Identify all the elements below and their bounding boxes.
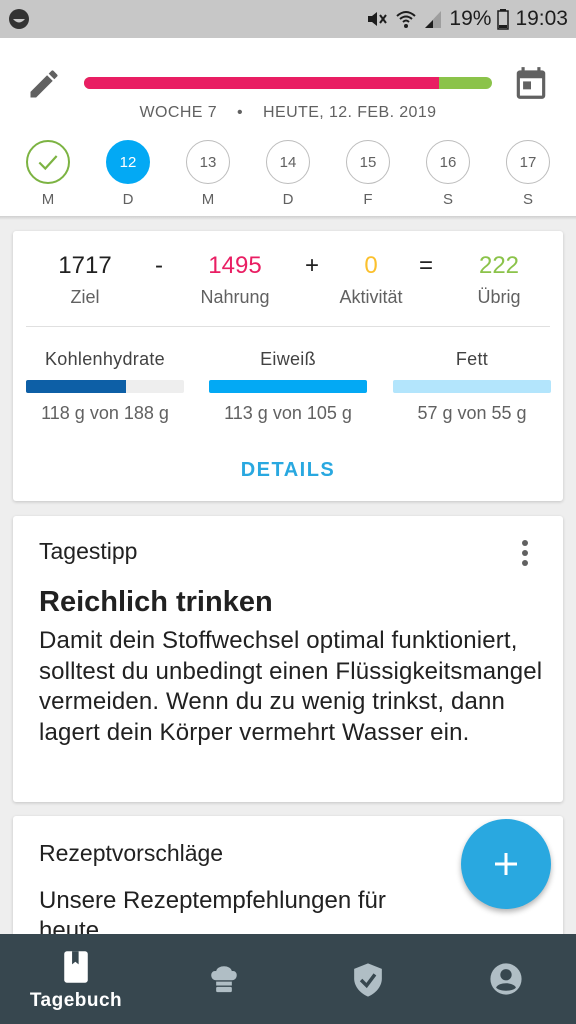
battery-icon xyxy=(497,9,510,30)
profile-icon xyxy=(490,963,522,995)
day-label: S xyxy=(522,191,533,208)
mute-icon xyxy=(368,12,388,26)
separator-dot: • xyxy=(237,104,244,121)
edit-pencil-icon[interactable] xyxy=(26,66,62,102)
day-label: D xyxy=(122,191,134,208)
status-bar: 19% 19:03 xyxy=(0,0,576,38)
details-button[interactable]: DETAILS xyxy=(13,459,563,482)
remaining-block: 222 Übrig xyxy=(459,251,539,308)
goal-value: 1717 xyxy=(58,252,112,279)
day-circle[interactable]: 14 xyxy=(266,140,310,184)
tip-title: Reichlich trinken xyxy=(39,586,273,618)
remaining-label: Übrig xyxy=(477,287,521,307)
signal-icon xyxy=(425,11,442,28)
divider xyxy=(26,326,550,327)
week-date-line: WOCHE 7 • HEUTE, 12. FEB. 2019 xyxy=(0,104,576,122)
goal-block: 1717 Ziel xyxy=(45,251,125,308)
day-circle[interactable]: 15 xyxy=(346,140,390,184)
macro-name: Fett xyxy=(455,349,489,369)
day-item[interactable]: 12 D xyxy=(104,140,152,208)
date-label: HEUTE, 12. FEB. 2019 xyxy=(263,104,437,121)
bottom-navigation: Tagebuch xyxy=(0,934,576,1024)
day-item[interactable]: 14 D xyxy=(264,140,312,208)
day-item[interactable]: 15 F xyxy=(344,140,392,208)
day-circle[interactable]: 12 xyxy=(106,140,150,184)
checkmark-icon xyxy=(38,155,58,171)
macro-fat: Fett 57 g von 55 g xyxy=(393,349,551,424)
day-circle[interactable]: 13 xyxy=(186,140,230,184)
nav-item-diary[interactable]: Tagebuch xyxy=(4,934,148,1024)
remaining-value: 222 xyxy=(478,252,520,279)
chef-hat-icon xyxy=(211,966,237,993)
day-circle[interactable]: 16 xyxy=(426,140,470,184)
macro-name: Eiweiß xyxy=(260,349,316,369)
day-label: S xyxy=(442,191,453,208)
week-day-selector: M 12 D 13 M 14 D 15 F 16 S 17 S xyxy=(0,140,576,216)
nav-item-profile[interactable] xyxy=(434,934,576,1024)
macro-value: 57 g von 55 g xyxy=(417,403,527,423)
macro-value: 113 g von 105 g xyxy=(224,403,352,423)
calorie-progress-bar xyxy=(84,77,492,89)
week-label: WOCHE 7 xyxy=(139,104,218,121)
day-label: D xyxy=(282,191,294,208)
nav-label-diary: Tagebuch xyxy=(29,990,123,1011)
day-label: M xyxy=(201,191,215,208)
macro-protein: Eiweiß 113 g von 105 g xyxy=(209,349,367,424)
macro-bar xyxy=(209,380,367,393)
tip-header: Tagestipp xyxy=(39,538,138,564)
goal-label: Ziel xyxy=(70,287,100,307)
activity-value: 0 xyxy=(364,252,378,279)
day-item[interactable]: 13 M xyxy=(184,140,232,208)
recipe-header: Rezeptvorschläge xyxy=(39,840,224,866)
equals-operator: = xyxy=(419,252,434,279)
wifi-icon xyxy=(396,11,417,28)
more-vert-icon[interactable] xyxy=(515,538,535,568)
calendar-icon[interactable] xyxy=(512,64,550,102)
day-label: M xyxy=(41,191,55,208)
header-shadow xyxy=(0,216,576,220)
activity-label: Aktivität xyxy=(339,287,403,307)
daily-tip-card: Tagestipp Reichlich trinken Damit dein S… xyxy=(13,516,563,802)
battery-percent: 19% xyxy=(449,7,492,30)
tip-body: Damit dein Stoffwechsel optimal funktion… xyxy=(39,627,543,746)
food-label: Nahrung xyxy=(200,287,270,307)
diary-icon xyxy=(64,951,88,983)
macro-carbs: Kohlenhydrate 118 g von 188 g xyxy=(26,349,184,424)
food-block: 1495 Nahrung xyxy=(185,251,285,308)
add-entry-button[interactable] xyxy=(461,819,551,909)
macro-value: 118 g von 188 g xyxy=(41,403,169,423)
shield-check-icon xyxy=(354,963,382,997)
macro-bar xyxy=(393,380,551,393)
food-value: 1495 xyxy=(208,252,262,279)
day-circle[interactable]: 17 xyxy=(506,140,550,184)
clock: 19:03 xyxy=(515,7,568,30)
macro-bar-fill xyxy=(393,380,551,393)
nav-item-plus[interactable] xyxy=(296,934,440,1024)
day-item[interactable]: 16 S xyxy=(424,140,472,208)
macro-bar xyxy=(26,380,184,393)
plus-icon xyxy=(495,853,517,875)
macro-bar-fill xyxy=(26,380,126,393)
activity-block: 0 Aktivität xyxy=(325,251,417,308)
macro-bar-fill xyxy=(209,380,367,393)
app-notification-icon xyxy=(9,9,29,29)
plus-operator: + xyxy=(305,252,320,279)
calorie-equation: 1717 Ziel - 1495 Nahrung + 0 Aktivität =… xyxy=(13,251,563,311)
calorie-progress-fill xyxy=(84,77,439,89)
day-header: WOCHE 7 • HEUTE, 12. FEB. 2019 M 12 D 13 M… xyxy=(0,38,576,218)
nav-item-recipes[interactable] xyxy=(152,934,296,1024)
calorie-summary-card: 1717 Ziel - 1495 Nahrung + 0 Aktivität =… xyxy=(13,231,563,501)
day-item[interactable]: M xyxy=(24,140,72,208)
minus-operator: - xyxy=(155,252,163,279)
day-label: F xyxy=(363,191,373,208)
macro-name: Kohlenhydrate xyxy=(45,349,165,369)
day-item[interactable]: 17 S xyxy=(504,140,552,208)
day-circle[interactable] xyxy=(26,140,70,184)
